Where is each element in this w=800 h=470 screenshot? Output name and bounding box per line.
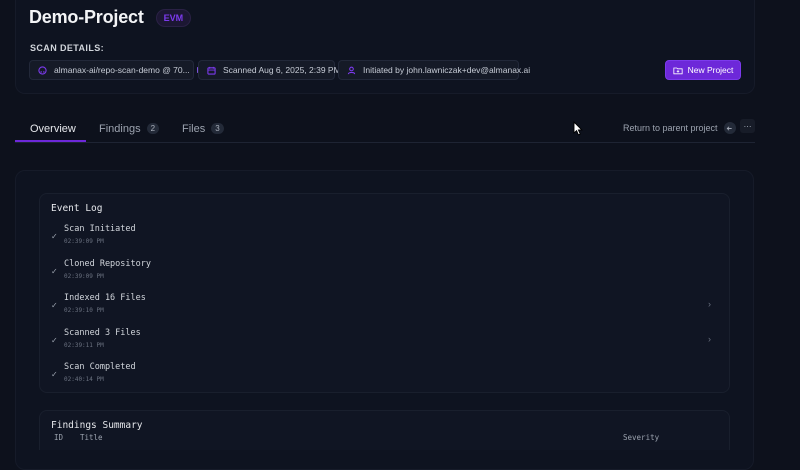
event-log-panel: Event Log ✓ Scan Initiated 02:39:09 PM ✓… xyxy=(39,193,730,393)
event-time: 02:39:10 PM xyxy=(64,307,104,314)
column-header-title[interactable]: Title xyxy=(80,433,103,442)
event-title: Scanned 3 Files xyxy=(64,328,141,338)
folder-plus-icon xyxy=(672,67,683,74)
scanned-date-pill: Scanned Aug 6, 2025, 2:39 PM xyxy=(198,60,341,80)
tab-count-badge: 2 xyxy=(146,123,160,134)
event-time: 02:39:09 PM xyxy=(64,238,104,245)
event-item: ✓ Scan Completed 02:40:14 PM xyxy=(40,361,729,395)
event-time: 02:39:09 PM xyxy=(64,273,104,280)
chain-badge: EVM xyxy=(155,8,192,27)
initiated-by: Initiated by john.lawniczak+dev@almanax.… xyxy=(363,65,531,75)
title-row: Demo-Project EVM xyxy=(29,7,192,28)
new-project-button[interactable]: New Project xyxy=(665,60,741,80)
tab-overview[interactable]: Overview xyxy=(30,115,76,142)
page-title: Demo-Project xyxy=(29,7,144,27)
event-time: 02:39:11 PM xyxy=(64,342,104,349)
event-title: Cloned Repository xyxy=(64,259,151,269)
repo-pill[interactable]: almanax-ai/repo-scan-demo @ 70... xyxy=(29,60,203,80)
calendar-icon xyxy=(207,66,216,75)
chevron-right-icon[interactable]: › xyxy=(708,299,711,309)
column-header-severity[interactable]: Severity xyxy=(623,433,659,442)
event-item: ✓ Cloned Repository 02:39:09 PM xyxy=(40,258,729,292)
return-label: Return to parent project xyxy=(623,123,718,133)
chevron-right-icon[interactable]: › xyxy=(708,334,711,344)
findings-summary-panel: Findings Summary ID Title Severity xyxy=(39,410,730,450)
column-header-id[interactable]: ID xyxy=(54,433,63,442)
tab-label: Findings xyxy=(99,122,141,135)
active-tab-indicator xyxy=(15,140,86,142)
findings-summary-title: Findings Summary xyxy=(51,420,143,431)
event-title: Scan Initiated xyxy=(64,224,136,234)
more-options-button[interactable]: ⋯ xyxy=(740,119,755,133)
event-time: 02:40:14 PM xyxy=(64,376,104,383)
mouse-cursor-icon xyxy=(573,121,583,136)
tab-files[interactable]: Files 3 xyxy=(182,115,224,142)
user-icon xyxy=(347,66,356,74)
check-icon: ✓ xyxy=(51,232,58,241)
event-item: ✓ Scan Initiated 02:39:09 PM xyxy=(40,223,729,257)
check-icon: ✓ xyxy=(51,301,58,310)
tab-label: Files xyxy=(182,122,206,135)
tab-label: Overview xyxy=(30,122,76,135)
scanned-date: Scanned Aug 6, 2025, 2:39 PM xyxy=(223,65,341,75)
repo-link[interactable]: almanax-ai/repo-scan-demo @ 70... xyxy=(54,65,190,75)
ellipsis-icon: ⋯ xyxy=(743,121,752,131)
event-log-title: Event Log xyxy=(51,203,103,214)
tab-count-badge: 3 xyxy=(211,123,224,134)
event-title: Scan Completed xyxy=(64,362,136,372)
event-title: Indexed 16 Files xyxy=(64,293,146,303)
check-icon: ✓ xyxy=(51,370,58,379)
new-project-label: New Project xyxy=(687,65,734,75)
check-icon: ✓ xyxy=(51,267,58,276)
arrow-left-icon[interactable] xyxy=(723,122,736,134)
check-icon: ✓ xyxy=(51,336,58,345)
tab-findings[interactable]: Findings 2 xyxy=(99,115,160,142)
initiated-by-pill: Initiated by john.lawniczak+dev@almanax.… xyxy=(338,60,530,80)
scan-details-label: SCAN DETAILS: xyxy=(30,43,105,53)
event-item-expandable[interactable]: ✓ Indexed 16 Files 02:39:10 PM › xyxy=(40,292,729,326)
event-item-expandable[interactable]: ✓ Scanned 3 Files 02:39:11 PM › xyxy=(40,327,729,361)
tab-bar: Overview Findings 2 Files 3 Return to pa… xyxy=(15,115,755,143)
return-to-parent-link[interactable]: Return to parent project xyxy=(623,122,736,134)
github-icon xyxy=(38,65,47,75)
